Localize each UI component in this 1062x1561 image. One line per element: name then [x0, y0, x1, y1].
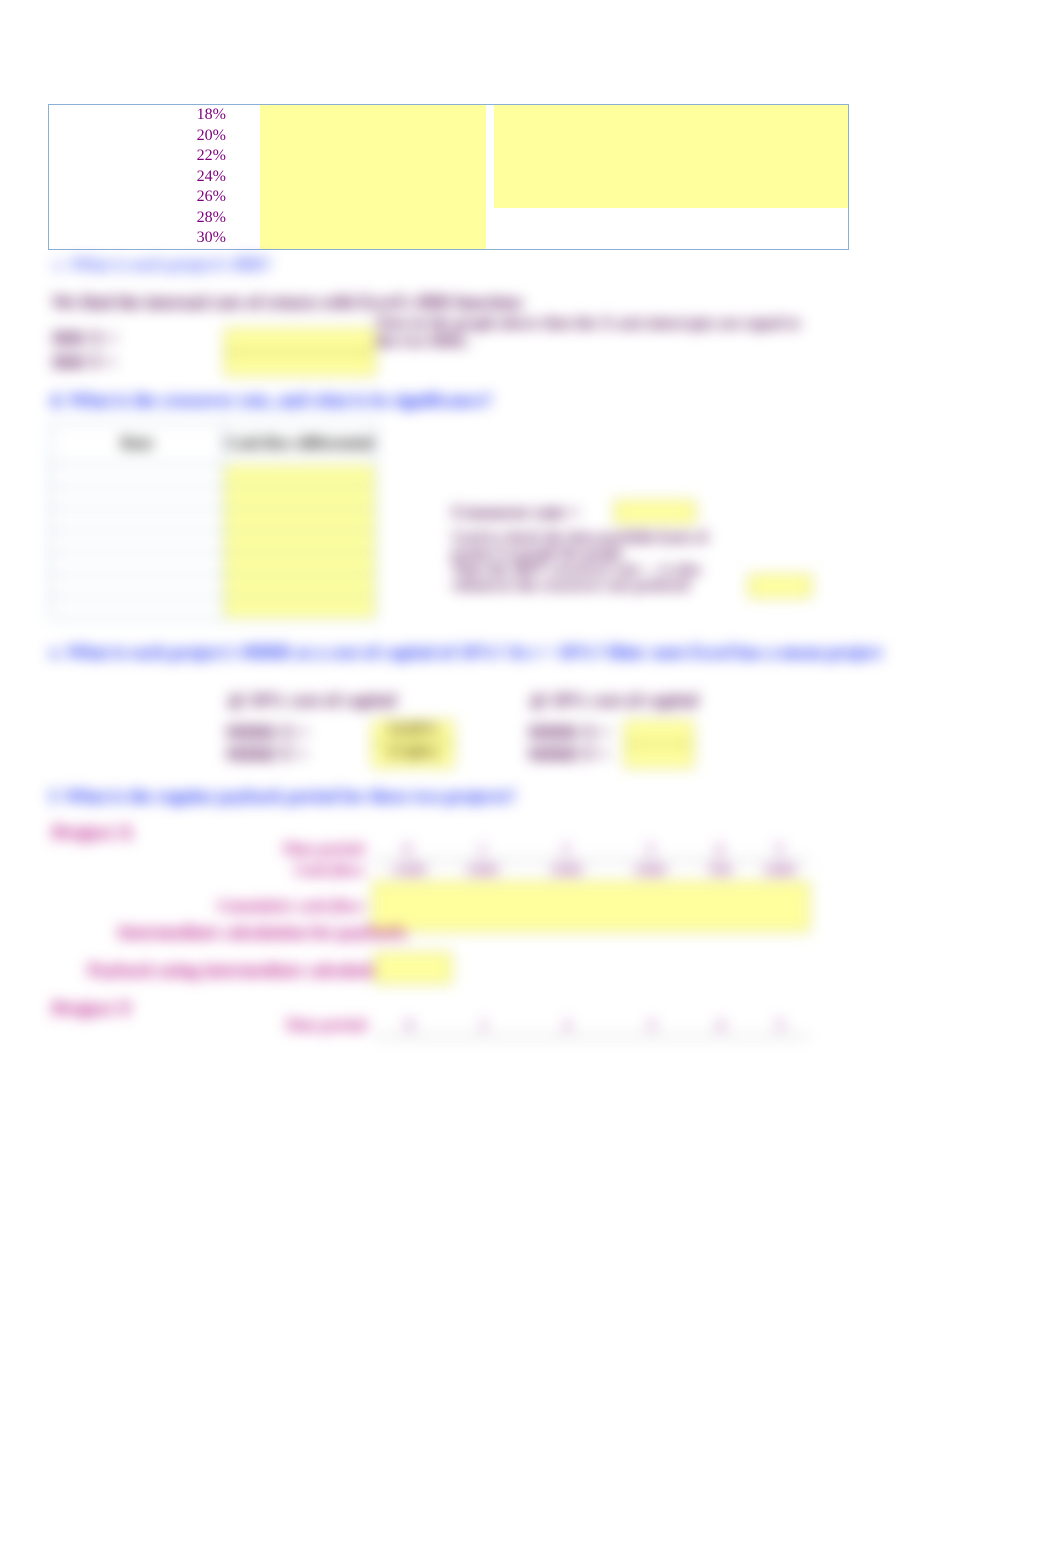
question-d: d. What is the crossover rate, and what …	[50, 390, 492, 411]
payback-using: Payback using intermediate calculations:	[88, 960, 404, 981]
interm-calc: Intermediate calculation for payback:	[118, 922, 409, 943]
mirr-y-val-r	[624, 744, 694, 768]
crossover-hdr-rate: Rate	[51, 423, 224, 465]
mirr-x-r: MIRR X =	[528, 722, 610, 743]
c-note: Note in the graph above that the X-axis …	[376, 315, 816, 351]
mirr-y-val-l: 17.00%	[372, 744, 454, 768]
crossover-hdr-diff: Cash flow differential	[224, 423, 376, 465]
time-period: Time period:	[50, 840, 372, 861]
irr-x-value	[224, 328, 376, 352]
project-y-years: Time period: 0 1 2 3 4 5	[50, 1016, 810, 1037]
crossover-label: Crossover rate =	[452, 502, 580, 523]
blurred-content: c. What is each project's IRR? We find t…	[0, 0, 1062, 1561]
c-explain: We find the internal rate of return with…	[52, 292, 525, 313]
mirr-x-val-r	[624, 720, 694, 744]
crossover-value	[614, 500, 696, 524]
time-period-y: Time period:	[50, 1016, 375, 1037]
d-expl-2: project to graph the graph	[452, 546, 752, 563]
payback-val	[374, 952, 452, 984]
d-expl-1: Used to check the data portfolio basis o…	[452, 530, 752, 547]
irr-y-label: IRR Y =	[52, 352, 116, 373]
mirr-y-r: MIRR Y =	[528, 744, 609, 765]
question-f: f. What is the regular payback period fo…	[50, 786, 516, 807]
d-expl-3: Thus the MPV crossover rate — is also	[452, 562, 752, 579]
d-ans-chip	[748, 574, 812, 598]
cum-cf-strip	[372, 882, 809, 932]
cash-flow: Cash flow:	[50, 861, 372, 882]
d-expl-4: whenever the crossover rate prefered	[452, 578, 752, 595]
mirr-x-val-l: 14.60%	[372, 720, 454, 744]
e-left-head: @ 10% cost of capital	[228, 690, 396, 711]
irr-x-label: IRR X =	[52, 328, 117, 349]
irr-y-value	[224, 352, 376, 376]
project-x-years: Time period: 0 1 2 3 4 5 Cash flow: -100…	[50, 840, 810, 932]
crossover-table: Rate Cash flow differential	[50, 422, 376, 619]
e-right-head: @ 18% cost of capital	[530, 690, 698, 711]
mirr-x-l: MIRR X =	[226, 722, 308, 743]
question-e: e. What is each project's MIRR at a cost…	[50, 642, 882, 663]
mirr-y-l: MIRR Y =	[226, 744, 307, 765]
question-c: c. What is each project's IRR?	[54, 254, 271, 275]
